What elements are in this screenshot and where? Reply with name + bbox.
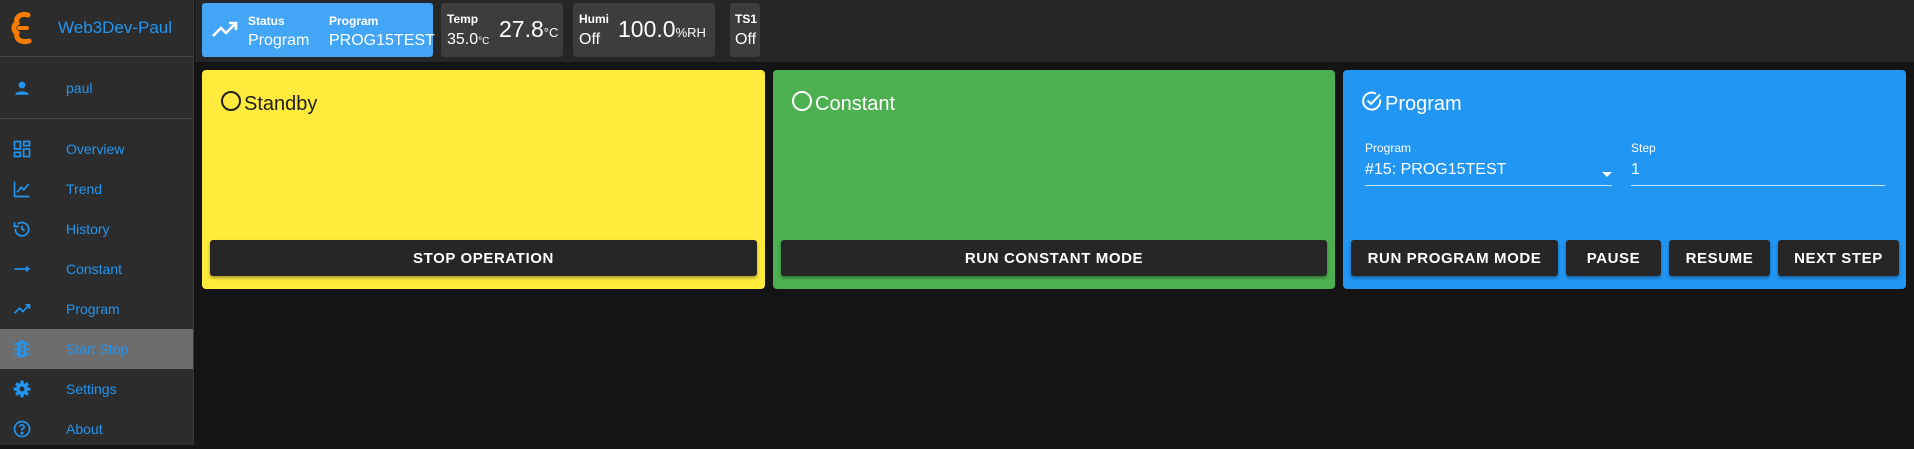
nav-list: Overview Trend History Constant Program xyxy=(0,119,193,449)
sidebar-item-label: Constant xyxy=(66,261,123,277)
program-select-value: #15: PROG15TEST xyxy=(1365,161,1507,178)
humi-label: Humi xyxy=(579,12,609,26)
arrow-right-icon xyxy=(0,259,44,279)
program-title-label: Program xyxy=(1385,92,1462,115)
program-value: PROG15TEST xyxy=(329,32,435,49)
sidebar-item-history[interactable]: History xyxy=(0,209,193,249)
sidebar-item-label: Overview xyxy=(66,141,125,157)
temp-tile[interactable]: Temp 35.0°C 27.8°C xyxy=(441,3,563,57)
brand-name: Web3Dev-Paul xyxy=(58,18,173,37)
sidebar-item-overview[interactable]: Overview xyxy=(0,129,193,169)
ts1-state: Off xyxy=(735,31,757,48)
run-program-mode-button[interactable]: RUN PROGRAM MODE xyxy=(1351,240,1558,276)
pause-button[interactable]: PAUSE xyxy=(1566,240,1661,276)
humi-value: 100.0%RH xyxy=(618,16,706,42)
temp-label: Temp xyxy=(447,12,479,26)
brand-logo-icon xyxy=(0,11,44,45)
ts1-label: TS1 xyxy=(735,12,758,26)
sidebar-item-constant[interactable]: Constant xyxy=(0,249,193,289)
temp-value: 27.8°C xyxy=(499,16,559,42)
radio-unchecked-icon xyxy=(791,90,815,118)
brand-header[interactable]: Web3Dev-Paul xyxy=(0,0,193,57)
help-circle-icon xyxy=(0,419,44,439)
humi-state: Off xyxy=(579,31,601,48)
temp-setpoint: 35.0°C xyxy=(447,31,490,48)
sidebar-item-settings[interactable]: Settings xyxy=(0,369,193,409)
program-select-label: Program xyxy=(1365,141,1412,155)
sidebar-item-start-stop[interactable]: Start Stop xyxy=(0,329,193,369)
trending-up-icon xyxy=(211,18,239,45)
history-icon xyxy=(0,219,44,239)
sidebar-item-about[interactable]: About xyxy=(0,409,193,449)
sidebar-item-label: Start Stop xyxy=(66,341,129,357)
sidebar-item-label: Trend xyxy=(66,181,103,197)
humi-tile[interactable]: Humi Off 100.0%RH xyxy=(573,3,715,57)
gear-icon xyxy=(0,379,44,399)
chevron-down-icon xyxy=(1600,166,1614,184)
check-circle-icon xyxy=(1361,90,1385,118)
dashboard-icon xyxy=(0,139,44,159)
user-name: paul xyxy=(66,79,93,96)
stop-operation-button[interactable]: STOP OPERATION xyxy=(210,240,757,276)
step-field-value: 1 xyxy=(1631,161,1640,178)
traffic-light-icon xyxy=(0,339,44,359)
constant-title-label: Constant xyxy=(815,92,896,115)
person-icon xyxy=(0,79,44,97)
resume-button[interactable]: RESUME xyxy=(1669,240,1770,276)
status-bar: Status Program Program PROG15TEST Temp 3… xyxy=(195,0,1914,62)
sidebar: Web3Dev-Paul paul Overview Trend History xyxy=(0,0,194,445)
status-value: Program xyxy=(248,32,310,49)
radio-unchecked-icon xyxy=(220,90,244,118)
step-field-label: Step xyxy=(1631,141,1656,155)
program-title[interactable]: Program xyxy=(1361,90,1462,118)
constant-panel: Constant RUN CONSTANT MODE xyxy=(773,70,1335,289)
sidebar-item-trend[interactable]: Trend xyxy=(0,169,193,209)
program-select-underline xyxy=(1365,185,1612,186)
program-label: Program xyxy=(329,14,379,28)
trend-chart-icon xyxy=(0,179,44,199)
program-panel: Program Program #15: PROG15TEST Step 1 R… xyxy=(1343,70,1906,289)
sidebar-item-label: About xyxy=(66,421,103,437)
standby-panel: Standby STOP OPERATION xyxy=(202,70,765,289)
trending-up-icon xyxy=(0,299,44,319)
standby-title-label: Standby xyxy=(244,92,318,115)
run-constant-mode-button[interactable]: RUN CONSTANT MODE xyxy=(781,240,1327,276)
sidebar-item-label: Program xyxy=(66,301,120,317)
sidebar-item-label: History xyxy=(66,221,110,237)
status-tile[interactable]: Status Program Program PROG15TEST xyxy=(202,3,435,57)
step-field-underline xyxy=(1631,185,1885,186)
sidebar-item-program[interactable]: Program xyxy=(0,289,193,329)
constant-title[interactable]: Constant xyxy=(791,90,895,118)
next-step-button[interactable]: NEXT STEP xyxy=(1778,240,1899,276)
user-profile[interactable]: paul xyxy=(0,57,193,119)
standby-title[interactable]: Standby xyxy=(220,90,317,118)
status-label: Status xyxy=(248,14,285,28)
ts1-tile[interactable]: TS1 Off xyxy=(730,3,760,57)
sidebar-item-label: Settings xyxy=(66,381,117,397)
